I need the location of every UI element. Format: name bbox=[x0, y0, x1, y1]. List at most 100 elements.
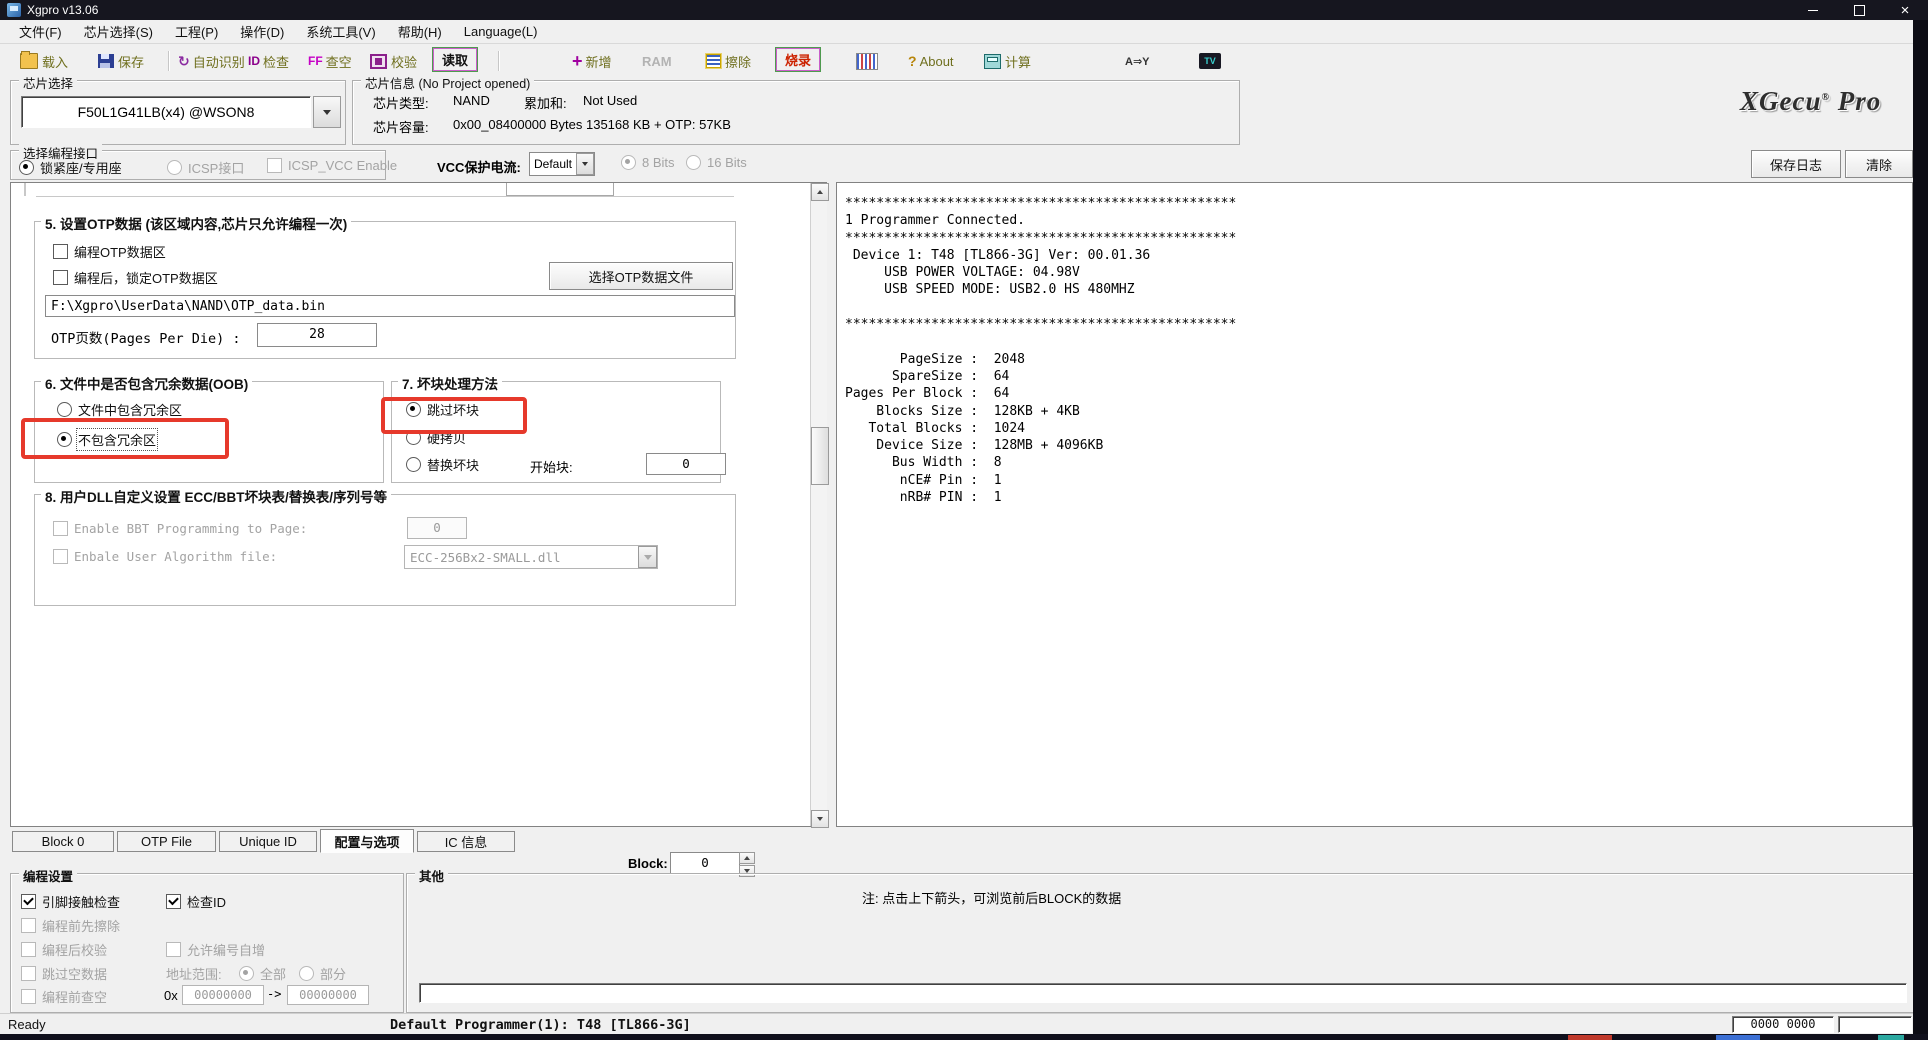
radio-file-with-oob[interactable]: 文件中包含冗余区 bbox=[57, 400, 182, 419]
addr-to-input[interactable]: 00000000 bbox=[287, 985, 369, 1005]
socket-button[interactable] bbox=[856, 50, 878, 72]
auto-identify-icon: ↻ bbox=[178, 53, 190, 70]
radio-file-without-oob[interactable]: 不包含冗余区 bbox=[57, 430, 156, 449]
section6-group: 6. 文件中是否包含冗余数据(OOB) 文件中包含冗余区 不包含冗余区 bbox=[34, 381, 384, 483]
add-icon: + bbox=[572, 51, 583, 72]
checkbox-verify-after[interactable]: 编程后校验 bbox=[21, 940, 107, 959]
menu-chip-select[interactable]: 芯片选择(S) bbox=[73, 20, 164, 43]
auto-identify-button[interactable]: ↻ 自动识别 bbox=[178, 50, 245, 72]
addr-from-input[interactable]: 00000000 bbox=[182, 985, 264, 1005]
menu-project[interactable]: 工程(P) bbox=[164, 20, 229, 43]
menu-language[interactable]: Language(L) bbox=[453, 22, 549, 41]
menu-operation[interactable]: 操作(D) bbox=[229, 20, 295, 43]
ram-button[interactable]: RAM bbox=[642, 50, 672, 72]
log-panel[interactable]: ****************************************… bbox=[836, 182, 1913, 827]
clear-log-button[interactable]: 清除 bbox=[1845, 150, 1913, 178]
id-check-icon: ID bbox=[248, 54, 260, 68]
checkbox-check-id[interactable]: 检查ID bbox=[166, 892, 226, 911]
chip-select-combobox[interactable]: F50L1G41LB(x4) @WSON8 bbox=[21, 96, 311, 128]
checkbox-skip-blank[interactable]: 跳过空数据 bbox=[21, 964, 107, 983]
about-button[interactable]: ? About bbox=[908, 50, 954, 72]
radio-socket[interactable]: 锁紧座/专用座 bbox=[19, 158, 122, 177]
settings-scrollbar[interactable] bbox=[810, 183, 827, 826]
taskbar-sliver-red bbox=[1568, 1035, 1612, 1040]
checkbox-icsp-vcc[interactable]: ICSP_VCC Enable bbox=[267, 158, 397, 173]
scrollbar-thumb[interactable] bbox=[811, 427, 829, 485]
logic-convert-button[interactable]: A⇒Y bbox=[1125, 50, 1150, 72]
blank-check-button[interactable]: FF 查空 bbox=[308, 50, 352, 72]
checkbox-erase-before[interactable]: 编程前先擦除 bbox=[21, 916, 120, 935]
close-button[interactable]: × bbox=[1882, 0, 1928, 20]
radio-addr-partial[interactable]: 部分 bbox=[299, 964, 346, 983]
chevron-down-icon bbox=[323, 110, 331, 115]
log-text: ****************************************… bbox=[845, 195, 1236, 506]
menu-file[interactable]: 文件(F) bbox=[8, 20, 73, 43]
save-log-button[interactable]: 保存日志 bbox=[1751, 150, 1841, 178]
bbt-page-input[interactable]: 0 bbox=[407, 517, 467, 539]
tab-block0[interactable]: Block 0 bbox=[12, 831, 114, 852]
tab-otp-file[interactable]: OTP File bbox=[117, 831, 216, 852]
menu-system-tools[interactable]: 系统工具(V) bbox=[295, 20, 386, 43]
otp-file-path-input[interactable]: F:\Xgpro\UserData\NAND\OTP_data.bin bbox=[45, 295, 735, 317]
chip-select-dropdown-button[interactable] bbox=[313, 96, 341, 128]
checkbox-user-algorithm[interactable]: Enbale User Algorithm file: bbox=[53, 549, 277, 564]
section6-title: 6. 文件中是否包含冗余数据(OOB) bbox=[41, 373, 252, 393]
radio-icsp[interactable]: ICSP接口 bbox=[167, 158, 244, 177]
otp-pages-input[interactable]: 28 bbox=[257, 323, 377, 347]
radio-addr-all[interactable]: 全部 bbox=[239, 964, 286, 983]
add-button[interactable]: + 新增 bbox=[572, 50, 612, 72]
panel-remnant bbox=[506, 183, 614, 196]
checkbox-enable-bbt[interactable]: Enable BBT Programming to Page: bbox=[53, 521, 307, 536]
radio-hard-copy[interactable]: 硬拷贝 bbox=[406, 428, 466, 447]
burn-button[interactable]: 烧录 bbox=[775, 48, 821, 70]
scroll-up-button[interactable] bbox=[811, 183, 829, 201]
chevron-down-icon bbox=[576, 153, 594, 175]
block-browse-note: 注: 点击上下箭头，可浏览前后BLOCK的数据 bbox=[862, 888, 1121, 907]
status-programmer: Default Programmer(1): T48 [TL866-3G] bbox=[390, 1017, 691, 1033]
panel-remnant bbox=[36, 196, 734, 198]
section7-title: 7. 坏块处理方法 bbox=[398, 373, 502, 393]
calculator-icon bbox=[984, 54, 1001, 69]
interface-group: 选择编程接口 锁紧座/专用座 ICSP接口 ICSP_VCC Enable bbox=[10, 150, 386, 180]
verify-button[interactable]: 校验 bbox=[370, 50, 417, 72]
toolbar-separator bbox=[498, 51, 500, 71]
tab-ic-info[interactable]: IC 信息 bbox=[417, 831, 515, 852]
section7-group: 7. 坏块处理方法 跳过坏块 硬拷贝 替换坏块 开始块: 0 bbox=[391, 381, 721, 483]
minimize-button[interactable] bbox=[1790, 0, 1836, 20]
vcc-combobox[interactable]: Default bbox=[529, 152, 595, 176]
start-block-input[interactable]: 0 bbox=[646, 453, 726, 475]
radio-8bits[interactable]: 8 Bits bbox=[621, 155, 675, 170]
tv-button[interactable]: TV bbox=[1199, 50, 1221, 72]
chip-type-value: NAND bbox=[453, 93, 490, 108]
other-group: 其他 注: 点击上下箭头，可浏览前后BLOCK的数据 bbox=[406, 873, 1915, 1013]
tab-unique-id[interactable]: Unique ID bbox=[219, 831, 317, 852]
checkbox-pin-check[interactable]: 引脚接触检查 bbox=[21, 892, 120, 911]
block-stepper[interactable] bbox=[739, 852, 753, 874]
checkbox-auto-serial[interactable]: 允许编号自增 bbox=[166, 940, 265, 959]
radio-skip-bad-block[interactable]: 跳过坏块 bbox=[406, 400, 479, 419]
algorithm-file-combobox[interactable]: ECC-256Bx2-SMALL.dll bbox=[404, 545, 658, 569]
checkbox-lock-otp[interactable]: 编程后，锁定OTP数据区 bbox=[53, 268, 218, 287]
maximize-button[interactable] bbox=[1836, 0, 1882, 20]
menu-help[interactable]: 帮助(H) bbox=[387, 20, 453, 43]
choose-otp-file-button[interactable]: 选择OTP数据文件 bbox=[549, 262, 733, 290]
save-button[interactable]: 保存 bbox=[98, 50, 144, 72]
scroll-down-button[interactable] bbox=[811, 810, 829, 828]
chip-info-legend: 芯片信息 (No Project opened) bbox=[361, 73, 534, 92]
socket-icon bbox=[856, 53, 878, 70]
app-icon bbox=[7, 3, 21, 17]
id-check-button[interactable]: ID 检查 bbox=[248, 50, 289, 72]
checkbox-blank-before[interactable]: 编程前查空 bbox=[21, 987, 107, 1006]
erase-button[interactable]: 擦除 bbox=[706, 50, 751, 72]
tab-config-options[interactable]: 配置与选项 bbox=[320, 829, 414, 853]
spinner-up-icon[interactable] bbox=[739, 852, 755, 864]
radio-16bits[interactable]: 16 Bits bbox=[686, 155, 747, 170]
progress-bar bbox=[419, 983, 1907, 1003]
read-button[interactable]: 读取 bbox=[432, 48, 478, 70]
checkbox-program-otp[interactable]: 编程OTP数据区 bbox=[53, 242, 166, 261]
block-number-input[interactable]: 0 bbox=[670, 852, 740, 874]
radio-replace-bad-block[interactable]: 替换坏块 bbox=[406, 455, 479, 474]
load-button[interactable]: 载入 bbox=[20, 50, 68, 72]
bottom-edge bbox=[0, 1034, 1928, 1040]
calc-button[interactable]: 计算 bbox=[984, 50, 1031, 72]
